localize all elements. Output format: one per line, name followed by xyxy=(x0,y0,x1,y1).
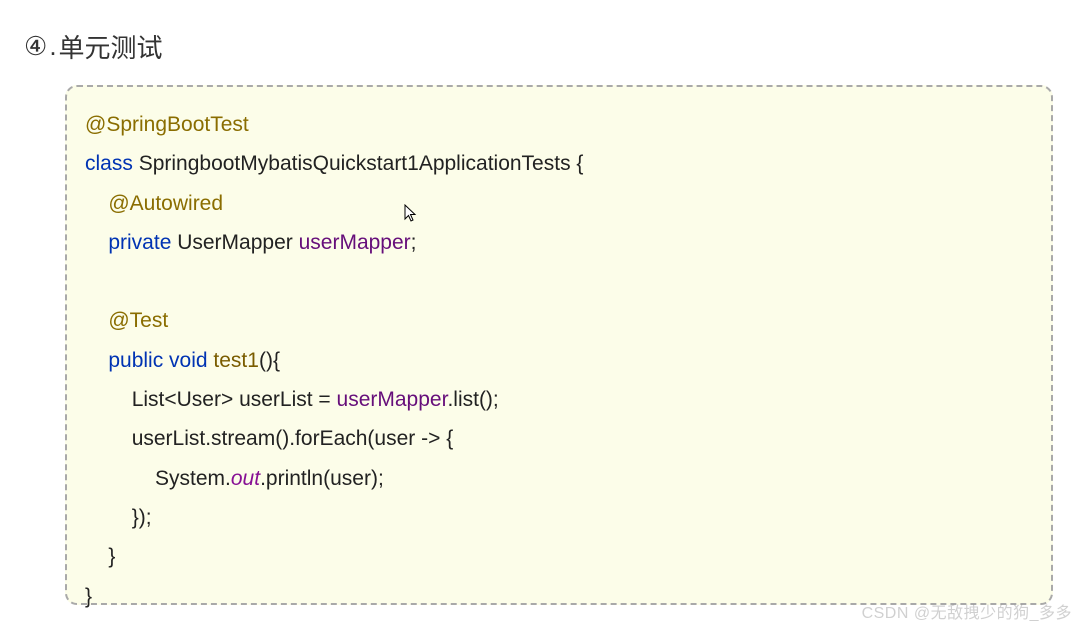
kw-class: class xyxy=(85,152,133,175)
code-line-8: List<User> userList = userMapper.list(); xyxy=(85,380,1033,419)
kw-void: void xyxy=(163,349,213,372)
type-usermapper: UserMapper xyxy=(171,231,298,254)
code-line-5 xyxy=(85,262,1033,301)
semicolon: ; xyxy=(411,231,417,254)
blank-line xyxy=(85,270,91,293)
code-line-11: }); xyxy=(85,498,1033,537)
code-line-1: @SpringBootTest xyxy=(85,105,1033,144)
method-test1: test1 xyxy=(213,349,259,372)
field-usermapper: userMapper xyxy=(299,231,411,254)
code-line-10: System.out.println(user); xyxy=(85,459,1033,498)
method-end: (){ xyxy=(259,349,280,372)
heading-number: ④ xyxy=(24,31,47,62)
section-heading: ④. 单元测试 xyxy=(24,28,163,65)
indent xyxy=(85,231,108,254)
field-usermapper-ref: userMapper xyxy=(337,388,448,411)
watermark: CSDN @无敌拽少的狗_多多 xyxy=(862,599,1072,623)
code-line-6: @Test xyxy=(85,301,1033,340)
code-line-2: class SpringbootMybatisQuickstart1Applic… xyxy=(85,144,1033,183)
code-block: @SpringBootTest class SpringbootMybatisQ… xyxy=(65,85,1053,605)
list-decl: List<User> userList = xyxy=(132,388,337,411)
indent xyxy=(85,545,108,568)
indent xyxy=(85,192,108,215)
indent xyxy=(85,506,132,529)
heading-title: 单元测试 xyxy=(59,28,163,65)
indent xyxy=(85,388,132,411)
indent xyxy=(85,427,132,450)
heading-dot: . xyxy=(49,31,56,62)
annotation-springboottest: @SpringBootTest xyxy=(85,113,249,136)
close-method: } xyxy=(108,545,115,568)
code-line-7: public void test1(){ xyxy=(85,341,1033,380)
println-post: .println(user); xyxy=(260,467,384,490)
code-line-3: @Autowired xyxy=(85,184,1033,223)
system-pre: System. xyxy=(155,467,231,490)
code-line-12: } xyxy=(85,537,1033,576)
list-call: .list(); xyxy=(447,388,498,411)
indent xyxy=(85,309,108,332)
indent xyxy=(85,349,108,372)
static-out: out xyxy=(231,467,260,490)
code-line-9: userList.stream().forEach(user -> { xyxy=(85,419,1033,458)
class-name: SpringbootMybatisQuickstart1ApplicationT… xyxy=(133,152,584,175)
close-class: } xyxy=(85,585,92,608)
foreach-line: userList.stream().forEach(user -> { xyxy=(132,427,454,450)
kw-public: public xyxy=(108,349,163,372)
annotation-test: @Test xyxy=(108,309,168,332)
close-lambda: }); xyxy=(132,506,152,529)
code-line-4: private UserMapper userMapper; xyxy=(85,223,1033,262)
annotation-autowired: @Autowired xyxy=(108,192,223,215)
kw-private: private xyxy=(108,231,171,254)
indent xyxy=(85,467,155,490)
